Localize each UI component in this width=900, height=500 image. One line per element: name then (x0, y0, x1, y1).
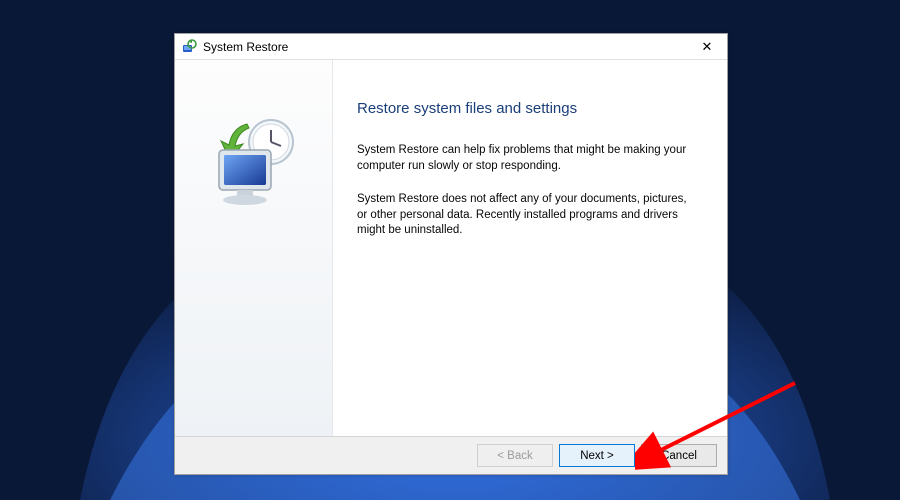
back-button: < Back (477, 444, 553, 467)
close-button[interactable]: ✕ (693, 38, 721, 56)
window-title: System Restore (203, 40, 693, 54)
description-paragraph-2: System Restore does not affect any of yo… (357, 192, 697, 239)
dialog-body: Restore system files and settings System… (175, 60, 727, 436)
system-restore-dialog: System Restore ✕ (174, 33, 728, 475)
page-heading: Restore system files and settings (357, 100, 703, 117)
system-restore-icon (181, 39, 197, 55)
wizard-button-row: < Back Next > Cancel (175, 436, 727, 474)
description-paragraph-1: System Restore can help fix problems tha… (357, 143, 697, 174)
system-restore-illustration-icon (199, 110, 309, 436)
wizard-sidebar (175, 60, 333, 436)
next-button[interactable]: Next > (559, 444, 635, 467)
wizard-content: Restore system files and settings System… (333, 60, 727, 436)
cancel-button[interactable]: Cancel (641, 444, 717, 467)
titlebar: System Restore ✕ (175, 34, 727, 60)
